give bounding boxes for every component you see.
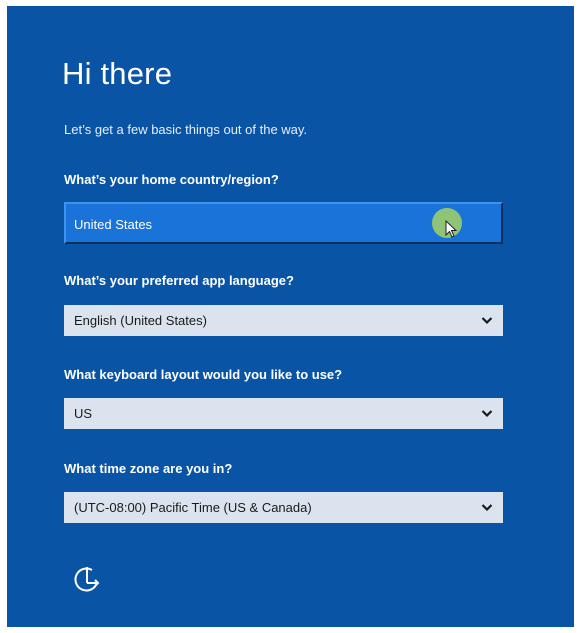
page-title: Hi there bbox=[62, 56, 173, 91]
timezone-select[interactable]: (UTC-08:00) Pacific Time (US & Canada) bbox=[64, 492, 503, 523]
timezone-label: What time zone are you in? bbox=[64, 461, 233, 476]
chevron-down-icon bbox=[481, 410, 493, 418]
chevron-down-icon bbox=[481, 317, 493, 325]
keyboard-select[interactable]: US bbox=[64, 398, 503, 429]
chevron-down-icon bbox=[481, 504, 493, 512]
country-label: What’s your home country/region? bbox=[64, 172, 279, 187]
mouse-cursor-icon bbox=[445, 220, 458, 238]
page-subtitle: Let’s get a few basic things out of the … bbox=[64, 122, 308, 137]
country-value: United States bbox=[74, 217, 153, 232]
keyboard-label: What keyboard layout would you like to u… bbox=[64, 367, 343, 382]
language-value: English (United States) bbox=[74, 313, 207, 328]
language-select[interactable]: English (United States) bbox=[64, 305, 503, 336]
ease-of-access-icon[interactable] bbox=[70, 563, 104, 597]
keyboard-value: US bbox=[74, 406, 93, 421]
setup-screen: Hi there Let’s get a few basic things ou… bbox=[7, 6, 574, 627]
timezone-value: (UTC-08:00) Pacific Time (US & Canada) bbox=[74, 500, 312, 515]
language-label: What’s your preferred app language? bbox=[64, 273, 294, 288]
